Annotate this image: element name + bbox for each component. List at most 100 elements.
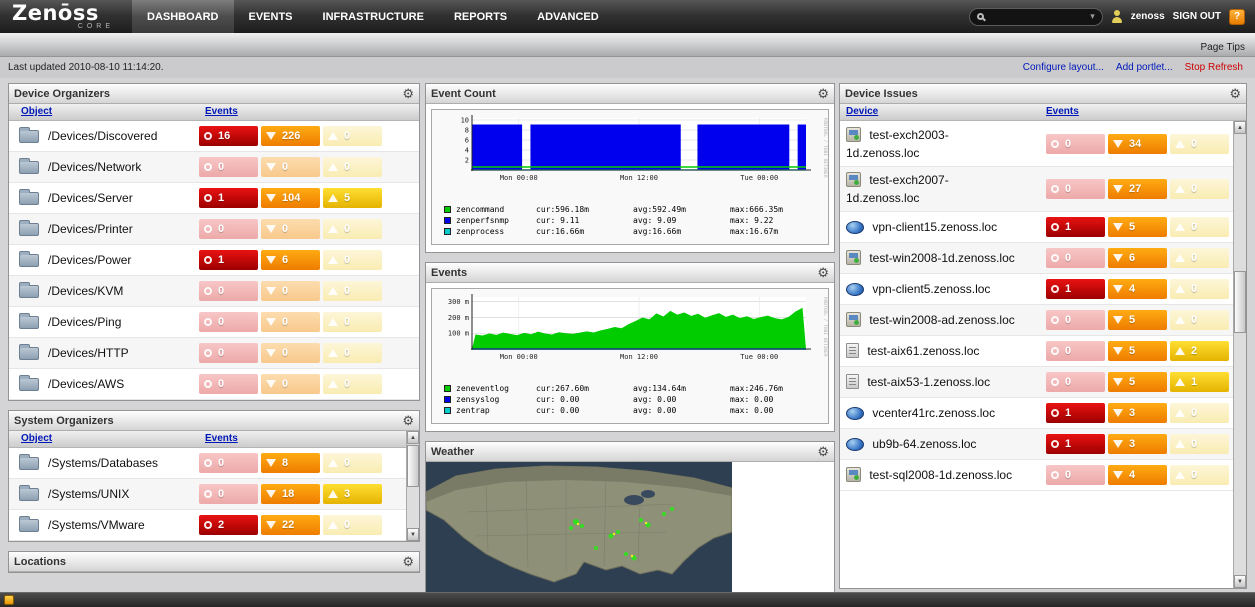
severity-badge-warning[interactable]: 0	[323, 281, 382, 301]
severity-badge-critical[interactable]: 0	[199, 219, 258, 239]
device-link[interactable]: ub9b-64.zenoss.loc	[872, 437, 976, 451]
severity-badge-critical[interactable]: 0	[199, 157, 258, 177]
severity-badge-critical[interactable]: 0	[1046, 341, 1105, 361]
column-header-device[interactable]: Device	[846, 106, 878, 117]
stop-refresh-link[interactable]: Stop Refresh	[1185, 62, 1243, 73]
severity-badge-error[interactable]: 104	[261, 188, 320, 208]
severity-badge-error[interactable]: 5	[1108, 310, 1167, 330]
gear-icon[interactable]: ⚙	[402, 555, 414, 568]
gear-icon[interactable]: ⚙	[817, 266, 829, 279]
device-link[interactable]: test-exch2003-1d.zenoss.loc	[846, 128, 949, 160]
column-header-events[interactable]: Events	[1046, 106, 1079, 117]
severity-badge-error[interactable]: 0	[261, 343, 320, 363]
tab-advanced[interactable]: ADVANCED	[522, 0, 614, 33]
device-link[interactable]: test-win2008-ad.zenoss.loc	[869, 313, 1014, 327]
column-header-events[interactable]: Events	[205, 433, 238, 444]
zenoss-logo[interactable]: Zenōss CORE	[0, 0, 132, 33]
organizer-link[interactable]: /Devices/HTTP	[48, 346, 129, 360]
severity-badge-error[interactable]: 6	[261, 250, 320, 270]
severity-badge-warning[interactable]: 5	[323, 188, 382, 208]
table-row[interactable]: ub9b-64.zenoss.loc130	[840, 429, 1233, 460]
table-row[interactable]: test-exch2003-1d.zenoss.loc 0340	[840, 122, 1233, 167]
table-row[interactable]: /Systems/Databases080	[9, 448, 419, 479]
severity-badge-error[interactable]: 0	[261, 281, 320, 301]
severity-badge-critical[interactable]: 0	[1046, 465, 1105, 485]
page-tips-link[interactable]: Page Tips	[1201, 42, 1245, 53]
severity-badge-critical[interactable]: 1	[1046, 403, 1105, 423]
table-row[interactable]: /Devices/Network000	[9, 152, 419, 183]
severity-badge-warning[interactable]: 0	[1170, 217, 1229, 237]
severity-badge-critical[interactable]: 1	[1046, 217, 1105, 237]
table-row[interactable]: vpn-client15.zenoss.loc 150	[840, 212, 1233, 243]
severity-badge-warning[interactable]: 0	[1170, 134, 1229, 154]
device-issues-scrollbar[interactable]: ▲▼	[1233, 121, 1246, 588]
table-row[interactable]: /Devices/HTTP000	[9, 338, 419, 369]
severity-badge-error[interactable]: 5	[1108, 217, 1167, 237]
table-row[interactable]: test-win2008-ad.zenoss.loc050	[840, 305, 1233, 336]
severity-badge-critical[interactable]: 0	[199, 484, 258, 504]
device-link[interactable]: test-sql2008-1d.zenoss.loc	[869, 468, 1012, 482]
help-button[interactable]: ?	[1229, 9, 1245, 25]
severity-badge-critical[interactable]: 1	[199, 250, 258, 270]
severity-badge-warning[interactable]: 0	[323, 157, 382, 177]
severity-badge-warning[interactable]: 3	[323, 484, 382, 504]
tab-dashboard[interactable]: DASHBOARD	[132, 0, 234, 33]
severity-badge-critical[interactable]: 0	[1046, 372, 1105, 392]
device-link[interactable]: vpn-client15.zenoss.loc	[872, 220, 997, 234]
severity-badge-warning[interactable]: 0	[1170, 465, 1229, 485]
table-row[interactable]: /Systems/UNIX 0183	[9, 479, 419, 510]
severity-badge-error[interactable]: 0	[261, 312, 320, 332]
severity-badge-warning[interactable]: 0	[1170, 179, 1229, 199]
severity-badge-error[interactable]: 4	[1108, 279, 1167, 299]
severity-badge-error[interactable]: 18	[261, 484, 320, 504]
severity-badge-critical[interactable]: 0	[1046, 134, 1105, 154]
device-link[interactable]: test-aix61.zenoss.loc	[867, 344, 979, 358]
table-row[interactable]: /Devices/Power160	[9, 245, 419, 276]
organizer-link[interactable]: /Devices/KVM	[48, 284, 123, 298]
severity-badge-critical[interactable]: 0	[199, 312, 258, 332]
severity-badge-warning[interactable]: 0	[323, 312, 382, 332]
column-header-object[interactable]: Object	[21, 106, 52, 117]
severity-badge-critical[interactable]: 2	[199, 515, 258, 535]
table-row[interactable]: /Devices/Server11045	[9, 183, 419, 214]
severity-badge-critical[interactable]: 1	[1046, 279, 1105, 299]
severity-badge-error[interactable]: 226	[261, 126, 320, 146]
table-row[interactable]: vcenter41rc.zenoss.loc130	[840, 398, 1233, 429]
gear-icon[interactable]: ⚙	[1229, 87, 1241, 100]
column-header-events[interactable]: Events	[205, 106, 238, 117]
table-row[interactable]: test-sql2008-1d.zenoss.loc 040	[840, 460, 1233, 491]
severity-badge-critical[interactable]: 0	[199, 343, 258, 363]
table-row[interactable]: vpn-client5.zenoss.loc140	[840, 274, 1233, 305]
severity-badge-error[interactable]: 5	[1108, 372, 1167, 392]
sign-out-link[interactable]: SIGN OUT	[1173, 11, 1221, 22]
search-box[interactable]: ▾	[969, 8, 1103, 26]
severity-badge-error[interactable]: 34	[1108, 134, 1167, 154]
severity-badge-critical[interactable]: 0	[199, 374, 258, 394]
add-portlet-link[interactable]: Add portlet...	[1116, 62, 1173, 73]
severity-badge-critical[interactable]: 0	[199, 453, 258, 473]
severity-badge-critical[interactable]: 0	[1046, 248, 1105, 268]
device-link[interactable]: vpn-client5.zenoss.loc	[872, 282, 990, 296]
severity-badge-error[interactable]: 4	[1108, 465, 1167, 485]
device-link[interactable]: vcenter41rc.zenoss.loc	[872, 406, 995, 420]
table-row[interactable]: /Devices/Printer000	[9, 214, 419, 245]
severity-badge-warning[interactable]: 0	[323, 374, 382, 394]
organizer-link[interactable]: /Devices/Ping	[48, 315, 121, 329]
severity-badge-warning[interactable]: 0	[323, 515, 382, 535]
severity-badge-critical[interactable]: 1	[199, 188, 258, 208]
table-row[interactable]: /Devices/KVM000	[9, 276, 419, 307]
organizer-link[interactable]: /Devices/Network	[48, 160, 141, 174]
table-row[interactable]: test-win2008-1d.zenoss.loc060	[840, 243, 1233, 274]
severity-badge-error[interactable]: 0	[261, 157, 320, 177]
severity-badge-error[interactable]: 0	[261, 219, 320, 239]
severity-badge-error[interactable]: 22	[261, 515, 320, 535]
severity-badge-warning[interactable]: 0	[323, 343, 382, 363]
chevron-down-icon[interactable]: ▾	[1090, 11, 1095, 22]
severity-badge-error[interactable]: 27	[1108, 179, 1167, 199]
table-row[interactable]: /Devices/AWS000	[9, 369, 419, 400]
tab-reports[interactable]: REPORTS	[439, 0, 522, 33]
severity-badge-warning[interactable]: 0	[1170, 248, 1229, 268]
organizer-link[interactable]: /Systems/UNIX	[48, 487, 129, 501]
organizer-link[interactable]: /Devices/Printer	[48, 222, 133, 236]
severity-badge-critical[interactable]: 0	[1046, 179, 1105, 199]
